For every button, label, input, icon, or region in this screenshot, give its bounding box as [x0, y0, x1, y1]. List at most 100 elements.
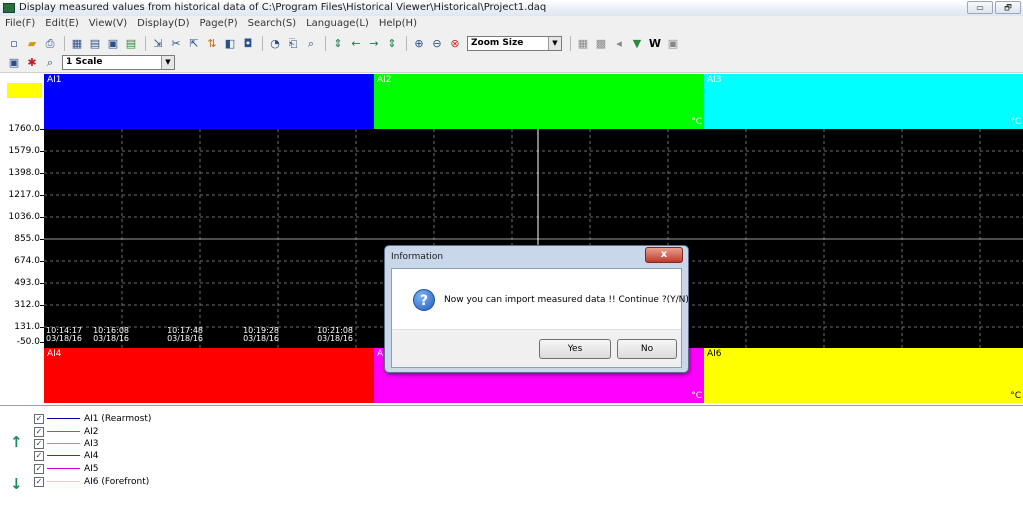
menu-display[interactable]: Display(D): [132, 16, 194, 33]
x-tick-label: 10:19:28 03/18/16: [242, 327, 279, 343]
chart-icon[interactable]: ▣: [105, 36, 121, 51]
cut-icon[interactable]: ✂: [168, 36, 184, 51]
series-line-swatch: [47, 455, 80, 456]
cursor-center-icon[interactable]: ⇕: [330, 36, 346, 51]
channel-band-ai1[interactable]: AI1: [44, 74, 374, 129]
x-tick-date: 03/18/16: [167, 334, 203, 343]
arrow-left-icon[interactable]: ←: [348, 36, 364, 51]
legend-label: AI1 (Rearmost): [84, 413, 152, 424]
chevron-down-icon[interactable]: ▼: [548, 36, 561, 50]
x-tick-date: 03/18/16: [845, 335, 881, 344]
menu-bar: File(F) Edit(E) View(V) Display(D) Page(…: [0, 16, 1023, 33]
no-button[interactable]: No: [617, 339, 677, 359]
zoom-reset-icon[interactable]: ⊗: [447, 36, 463, 51]
legend-label: AI4: [84, 450, 99, 461]
settings-icon[interactable]: ▣: [665, 36, 681, 51]
menu-edit[interactable]: Edit(E): [40, 16, 84, 33]
dialog-button-bar: Yes No: [392, 329, 681, 367]
legend-label: AI2: [84, 426, 99, 437]
table-icon[interactable]: ▦: [69, 36, 85, 51]
legend-item-ai6[interactable]: ✓ AI6 (Forefront): [34, 476, 149, 487]
arrow-right-icon[interactable]: →: [366, 36, 382, 51]
dialog-body: ? Now you can import measured data !! Co…: [391, 268, 689, 368]
new-file-icon[interactable]: ▫: [6, 36, 22, 51]
legend-item-ai2[interactable]: ✓ AI2: [34, 426, 99, 437]
legend-item-ai5[interactable]: ✓ AI5: [34, 463, 99, 474]
legend-item-ai1[interactable]: ✓ AI1 (Rearmost): [34, 413, 151, 424]
marker-icon[interactable]: ▼: [629, 36, 645, 51]
legend-item-ai3[interactable]: ✓ AI3: [34, 438, 99, 449]
series-line-swatch: [47, 443, 80, 444]
x-tick-label: 10:34:28 03/18/16: [920, 328, 956, 344]
channel-unit: °C: [1010, 117, 1021, 127]
import-icon[interactable]: ⇲: [150, 36, 166, 51]
channel-band-ai2[interactable]: AI2 °C: [374, 74, 704, 129]
timer-icon[interactable]: ◔: [267, 36, 283, 51]
calculator-icon[interactable]: ▣: [6, 55, 22, 70]
find-icon[interactable]: ⌕: [303, 36, 319, 51]
zoom-size-select[interactable]: Zoom Size ▼: [467, 35, 562, 51]
w-icon[interactable]: W: [647, 36, 663, 51]
y-tick-label: -50.0: [0, 337, 44, 347]
toolbar-separator: [262, 35, 263, 51]
report-view-icon[interactable]: ▩: [593, 36, 609, 51]
menu-page[interactable]: Page(P): [195, 16, 243, 33]
x-tick-date: 03/18/16: [93, 334, 129, 343]
zoom-size-value: Zoom Size: [471, 37, 524, 48]
menu-search[interactable]: Search(S): [243, 16, 302, 33]
active-scale-marker: [7, 83, 42, 98]
toolbar-separator: [406, 35, 407, 51]
open-folder-icon[interactable]: ▰: [24, 36, 40, 51]
channel-band-ai6[interactable]: AI6 °C: [704, 348, 1023, 403]
speaker-icon[interactable]: ◂: [611, 36, 627, 51]
menu-view[interactable]: View(V): [84, 16, 132, 33]
camera-icon[interactable]: ◘: [240, 36, 256, 51]
y-tick-label: 131.0: [0, 322, 44, 332]
channel-select-icon[interactable]: ✱: [24, 55, 40, 70]
x-tick-date: 03/18/16: [695, 335, 731, 344]
search-icon[interactable]: ⌕: [42, 55, 58, 70]
menu-help[interactable]: Help(H): [374, 16, 422, 33]
x-tick-label: 10:36: 03/18/: [995, 328, 1023, 344]
dialog-close-button[interactable]: x: [645, 247, 683, 263]
move-down-icon[interactable]: ↓: [10, 475, 23, 493]
chevron-down-icon[interactable]: ▼: [161, 56, 174, 69]
series-line-swatch: [47, 481, 80, 482]
move-up-icon[interactable]: ↑: [10, 433, 23, 451]
maximize-button[interactable]: 🗗: [995, 1, 1021, 14]
grid-icon[interactable]: ▤: [87, 36, 103, 51]
checkbox[interactable]: ✓: [34, 413, 44, 424]
channel-label: AI1: [47, 75, 62, 85]
print-preview-icon[interactable]: ⎗: [285, 36, 301, 51]
export-icon[interactable]: ⇱: [186, 36, 202, 51]
zoom-in-icon[interactable]: ⊕: [411, 36, 427, 51]
minimize-button[interactable]: ▭: [967, 1, 993, 14]
checkbox[interactable]: ✓: [34, 438, 44, 449]
yes-button[interactable]: Yes: [539, 339, 611, 359]
legend-item-ai4[interactable]: ✓ AI4: [34, 450, 99, 461]
x-tick-label: 10:32:48 03/18/16: [845, 328, 881, 344]
list-icon[interactable]: ▤: [123, 36, 139, 51]
sort-icon[interactable]: ⇅: [204, 36, 220, 51]
zoom-out-icon[interactable]: ⊖: [429, 36, 445, 51]
dialog-title: Information: [391, 252, 444, 262]
checkbox[interactable]: ✓: [34, 463, 44, 474]
print-icon[interactable]: ⎙: [42, 36, 58, 51]
menu-language[interactable]: Language(L): [301, 16, 374, 33]
scale-select[interactable]: 1 Scale ▼: [62, 55, 175, 70]
x-tick-date: 03/18/16: [317, 334, 353, 343]
checkbox[interactable]: ✓: [34, 450, 44, 461]
channel-band-ai4[interactable]: AI4: [44, 348, 374, 403]
series-line-swatch: [47, 431, 80, 432]
menu-file[interactable]: File(F): [0, 16, 40, 33]
legend-label: AI6 (Forefront): [84, 476, 150, 487]
report-icon[interactable]: ▦: [575, 36, 591, 51]
cursor-expand-icon[interactable]: ⇕: [384, 36, 400, 51]
database-icon[interactable]: ◧: [222, 36, 238, 51]
x-tick-date: 03/18/16: [243, 334, 279, 343]
channel-band-ai3[interactable]: AI3 °C: [704, 74, 1023, 129]
channel-unit: °C: [691, 391, 702, 401]
checkbox[interactable]: ✓: [34, 476, 44, 487]
checkbox[interactable]: ✓: [34, 426, 44, 437]
legend-label: AI5: [84, 463, 99, 474]
